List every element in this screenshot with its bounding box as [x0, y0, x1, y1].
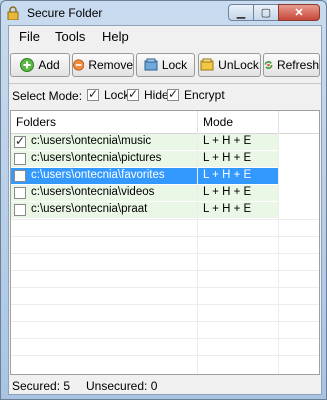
folder-path: c:\users\ontecnia\pictures: [31, 152, 162, 164]
row-checkbox[interactable]: [14, 153, 26, 165]
folder-mode: L + H + E: [203, 186, 252, 198]
close-icon: ✕: [294, 7, 304, 19]
toolbar-divider: [9, 83, 321, 84]
row-gridline: [11, 236, 319, 237]
unsecured-count: Unsecured: 0: [86, 379, 158, 393]
row-checkbox[interactable]: [14, 204, 26, 216]
folder-mode: L + H + E: [203, 203, 252, 215]
minimize-icon: ▁: [236, 7, 246, 19]
column-divider[interactable]: [197, 111, 198, 133]
add-button[interactable]: Add: [10, 53, 70, 77]
status-bar: Secured: 5 Unsecured: 0: [9, 376, 321, 394]
refresh-icon: [264, 60, 273, 70]
maximize-button[interactable]: ▢: [253, 4, 279, 21]
row-gridline: [11, 270, 319, 271]
menu-file[interactable]: File: [19, 29, 40, 44]
toolbar: Add Remove Lock UnLock Refresh: [9, 53, 321, 79]
lock-button[interactable]: Lock: [136, 53, 195, 77]
folder-path: c:\users\ontecnia\videos: [31, 186, 155, 198]
remove-button[interactable]: Remove: [72, 53, 134, 77]
row-checkbox[interactable]: [14, 134, 26, 148]
row-gridline: [11, 219, 319, 220]
add-label: Add: [38, 58, 60, 72]
row-checkbox[interactable]: [14, 170, 26, 182]
unlock-button[interactable]: UnLock: [198, 53, 261, 77]
row-gridline: [11, 355, 319, 356]
select-mode-row: Select Mode: Lock Hide Encrypt: [9, 85, 321, 107]
row-checkbox[interactable]: [14, 187, 26, 199]
secured-count: Secured: 5: [12, 379, 71, 393]
app-window: Secure Folder ▁ ▢ ✕ File Tools Help Add …: [0, 0, 327, 400]
row-gridline: [11, 304, 319, 305]
hide-mode-label: Hide: [144, 88, 169, 102]
unlock-icon: [200, 58, 214, 71]
lock-icon: [7, 6, 19, 20]
close-button[interactable]: ✕: [278, 4, 320, 21]
folder-path: c:\users\ontecnia\music: [31, 135, 152, 147]
lock-mode-label: Lock: [104, 88, 130, 102]
select-mode-label: Select Mode:: [12, 89, 83, 103]
table-row[interactable]: c:\users\ontecnia\music L + H + E: [11, 134, 319, 150]
lock-mode-checkbox[interactable]: Lock: [87, 87, 130, 102]
checkbox-box[interactable]: [87, 87, 99, 101]
table-row[interactable]: c:\users\ontecnia\favorites L + H + E: [11, 168, 319, 184]
row-gridline: [11, 321, 319, 322]
table-row[interactable]: c:\users\ontecnia\videos L + H + E: [11, 185, 319, 201]
menu-help[interactable]: Help: [102, 29, 129, 44]
row-gridline: [11, 287, 319, 288]
minimize-button[interactable]: ▁: [228, 4, 254, 21]
refresh-label: Refresh: [276, 58, 319, 72]
checkbox-box[interactable]: [167, 87, 179, 101]
folder-mode: L + H + E: [203, 152, 252, 164]
hide-mode-checkbox[interactable]: Hide: [127, 87, 169, 102]
lock-label: Lock: [161, 58, 188, 72]
window-title: Secure Folder: [27, 6, 103, 20]
list-header: Folders Mode: [11, 111, 319, 134]
client-area: File Tools Help Add Remove Lock UnLock R…: [8, 25, 322, 395]
column-divider[interactable]: [278, 111, 279, 133]
add-icon: [20, 58, 35, 72]
encrypt-mode-checkbox[interactable]: Encrypt: [167, 87, 225, 102]
title-bar[interactable]: Secure Folder ▁ ▢ ✕: [1, 1, 326, 25]
refresh-button[interactable]: Refresh: [263, 53, 320, 77]
row-gridline: [11, 338, 319, 339]
remove-label: Remove: [88, 58, 133, 72]
checkbox-box[interactable]: [127, 87, 139, 101]
remove-icon: [73, 59, 85, 71]
folders-column-header[interactable]: Folders: [16, 115, 56, 129]
encrypt-mode-label: Encrypt: [184, 88, 225, 102]
row-gridline: [11, 253, 319, 254]
folder-path: c:\users\ontecnia\praat: [31, 203, 148, 215]
table-row[interactable]: c:\users\ontecnia\pictures L + H + E: [11, 151, 319, 167]
folder-mode: L + H + E: [203, 169, 252, 181]
folder-mode: L + H + E: [203, 135, 252, 147]
folder-path: c:\users\ontecnia\favorites: [31, 169, 165, 181]
mode-column-header[interactable]: Mode: [203, 115, 233, 129]
table-row[interactable]: c:\users\ontecnia\praat L + H + E: [11, 202, 319, 218]
menu-bar: File Tools Help: [9, 26, 321, 46]
lock-icon: [144, 58, 158, 71]
menu-tools[interactable]: Tools: [55, 29, 85, 44]
unlock-label: UnLock: [218, 58, 259, 72]
folder-list[interactable]: Folders Mode c:\users\ontecnia\music L +…: [10, 110, 320, 375]
maximize-icon: ▢: [260, 7, 272, 19]
